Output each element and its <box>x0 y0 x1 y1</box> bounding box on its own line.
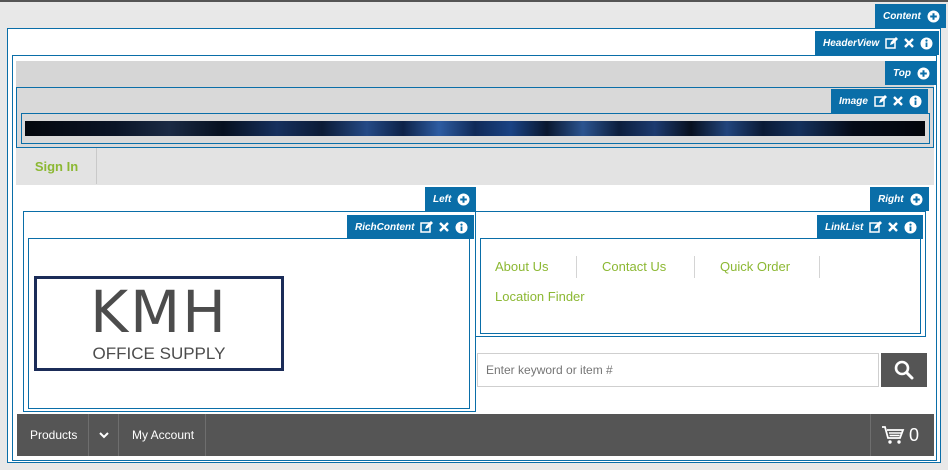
sign-in-link[interactable]: Sign In <box>17 148 97 184</box>
close-icon[interactable] <box>439 222 450 232</box>
top-zone-tag: Top <box>885 61 936 85</box>
content-zone-label: Content <box>883 10 921 22</box>
link-about-us[interactable]: About Us <box>495 259 548 274</box>
edit-icon[interactable] <box>885 37 899 49</box>
right-zone-label: Right <box>878 193 904 205</box>
link-separator <box>576 256 577 278</box>
logo-sub-text: OFFICE SUPPLY <box>92 344 226 363</box>
link-list: About Us Contact Us Quick Order Location… <box>481 240 921 334</box>
company-logo[interactable]: KMH OFFICE SUPPLY <box>34 276 284 371</box>
close-icon[interactable] <box>893 96 903 106</box>
content-zone-tag: Content <box>875 4 946 28</box>
plus-circle-icon[interactable] <box>917 67 930 80</box>
header-view-tag: HeaderView <box>815 31 940 55</box>
info-icon[interactable] <box>455 221 468 234</box>
link-separator <box>819 256 820 278</box>
link-list-label: LinkList <box>825 221 864 233</box>
nav-divider <box>118 414 119 456</box>
nav-divider <box>205 414 206 456</box>
cart-button[interactable]: 0 <box>881 414 919 456</box>
info-icon[interactable] <box>904 221 917 234</box>
link-quick-order[interactable]: Quick Order <box>720 259 790 274</box>
chevron-down-icon <box>98 431 109 438</box>
close-icon[interactable] <box>888 222 899 232</box>
header-view-label: HeaderView <box>823 37 880 49</box>
plus-circle-icon[interactable] <box>927 10 940 23</box>
edit-icon[interactable] <box>869 221 883 233</box>
image-zone-tag: Image <box>831 89 928 113</box>
link-list-tag: LinkList <box>817 215 924 239</box>
nav-my-account[interactable]: My Account <box>132 414 194 456</box>
nav-products[interactable]: Products <box>30 414 77 456</box>
image-zone-label: Image <box>839 95 868 107</box>
left-zone-tag: Left <box>425 187 477 211</box>
nav-divider <box>870 414 871 456</box>
close-icon[interactable] <box>904 38 915 48</box>
left-zone-label: Left <box>433 193 452 205</box>
link-contact-us[interactable]: Contact Us <box>602 259 666 274</box>
link-separator <box>694 256 695 278</box>
info-icon[interactable] <box>920 37 933 50</box>
link-location-finder[interactable]: Location Finder <box>495 289 585 304</box>
plus-circle-icon[interactable] <box>457 193 470 206</box>
info-icon[interactable] <box>909 95 922 108</box>
search-button[interactable] <box>881 353 927 387</box>
search-input[interactable] <box>477 353 879 387</box>
top-border <box>0 0 948 2</box>
cart-count: 0 <box>909 424 920 445</box>
search-icon <box>894 360 914 380</box>
edit-icon[interactable] <box>874 95 887 107</box>
hero-banner-image <box>25 121 925 136</box>
rich-content-tag: RichContent <box>347 215 475 239</box>
right-zone-tag: Right <box>870 187 929 211</box>
logo-main-text: KMH <box>90 278 228 346</box>
rich-content-label: RichContent <box>355 221 415 233</box>
top-zone-label: Top <box>893 67 911 79</box>
main-nav-bar: Products My Account 0 <box>17 414 934 456</box>
cart-icon <box>882 426 905 444</box>
plus-circle-icon[interactable] <box>910 193 923 206</box>
nav-products-dropdown[interactable] <box>89 414 118 456</box>
top-zone-strip <box>16 61 934 87</box>
edit-icon[interactable] <box>420 221 434 233</box>
